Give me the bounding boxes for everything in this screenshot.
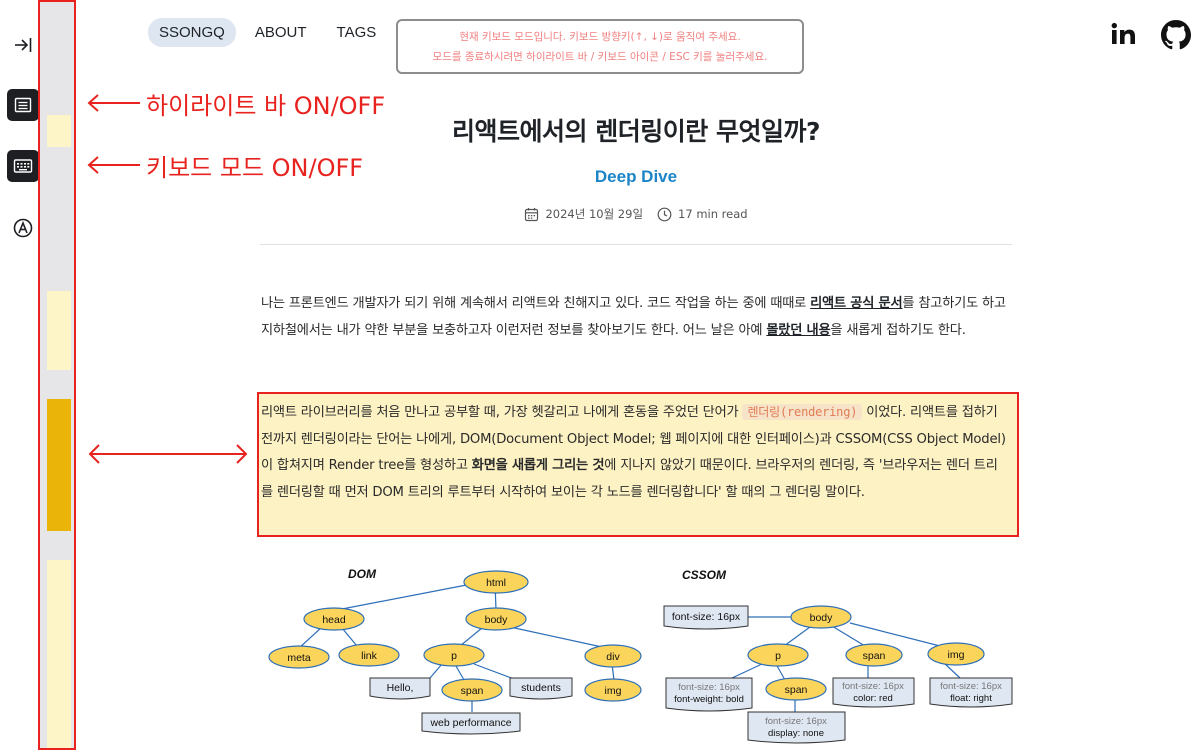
cssom-note-span-2: color: red: [853, 693, 893, 704]
clock-icon: [657, 207, 672, 221]
nav-item-about[interactable]: ABOUT: [244, 18, 318, 47]
cssom-note-img-1: font-size: 16px: [940, 681, 1002, 692]
dom-node-img: img: [605, 685, 622, 697]
cssom-note-body: font-size: 16px: [672, 611, 741, 623]
cssom-note-p-2: font-weight: bold: [674, 694, 744, 705]
react-docs-link[interactable]: 리액트 공식 문서: [810, 296, 903, 311]
nav-item-ssongq[interactable]: SSONGQ: [148, 18, 236, 47]
dom-node-head: head: [322, 614, 346, 626]
github-icon: [1161, 20, 1191, 50]
top-nav: SSONGQ ABOUT TAGS: [148, 18, 395, 47]
dom-node-span: span: [461, 685, 484, 697]
unknown-content-link[interactable]: 몰랐던 내용: [766, 323, 830, 338]
cssom-note-img-2: float: right: [950, 693, 992, 704]
post-date-text: 2024년 10월 29일: [545, 207, 644, 221]
nav-item-tags[interactable]: TAGS: [326, 18, 388, 47]
keyboard-notice-line2: 모드를 종료하시려면 하이라이트 바 / 키보드 아이콘 / ESC 키를 눌러…: [432, 51, 768, 63]
cssom-node-p: p: [775, 650, 781, 662]
cssom-note-span-1: font-size: 16px: [842, 681, 904, 692]
inline-code: 렌더링(rendering): [742, 404, 863, 420]
cssom-node-span: span: [863, 650, 886, 662]
highlight-strip[interactable]: [47, 115, 71, 147]
dom-tree-diagram: DOM html head body meta link p div Hello…: [268, 567, 642, 735]
document-list-icon: [14, 97, 32, 113]
dom-node-div: div: [606, 651, 620, 663]
paragraph-rendering: 리액트 라이브러리를 처음 만나고 공부할 때, 가장 헷갈리고 나에게 혼동을…: [261, 399, 1009, 506]
annotation-double-arrow: [88, 444, 248, 464]
cssom-node-img: img: [948, 649, 965, 661]
github-link[interactable]: [1160, 18, 1192, 52]
post-category-link[interactable]: Deep Dive: [260, 167, 1012, 187]
post-read-time: 17 min read: [657, 207, 748, 222]
cssom-node-span-child: span: [785, 684, 808, 696]
paragraph-text: 을 새롭게 접하기도 한다.: [830, 322, 966, 338]
collapse-sidebar-button[interactable]: [7, 29, 39, 61]
circled-a-icon: [13, 218, 33, 238]
linkedin-link[interactable]: [1110, 18, 1138, 50]
dom-diagram-title: DOM: [348, 567, 377, 581]
dom-node-body: body: [485, 614, 509, 626]
arrow-to-right-icon: [15, 38, 32, 52]
dom-node-meta: meta: [287, 652, 311, 664]
dom-node-html: html: [486, 577, 506, 589]
highlight-bar-toggle-button[interactable]: [7, 89, 39, 121]
keyboard-mode-toggle-button[interactable]: [7, 150, 39, 182]
dom-node-web-performance: web performance: [429, 717, 511, 729]
cssom-diagram-title: CSSOM: [682, 568, 727, 582]
highlight-strip[interactable]: [47, 560, 71, 748]
annotation-arrow: [87, 156, 140, 174]
annotation-arrow: [87, 94, 140, 112]
dom-node-students: students: [521, 682, 561, 694]
post-date: 2024년 10월 29일: [524, 206, 643, 222]
post-read-time-text: 17 min read: [678, 207, 748, 221]
paragraph-intro: 나는 프론트엔드 개발자가 되기 위해 계속해서 리액트와 친해지고 있다. 코…: [261, 291, 1013, 344]
cssom-note-p-1: font-size: 16px: [678, 682, 740, 693]
highlight-strip[interactable]: [47, 291, 71, 370]
cssom-note-span2-2: display: none: [768, 728, 824, 739]
highlight-strip-active[interactable]: [47, 399, 71, 531]
cssom-note-span2-1: font-size: 16px: [765, 716, 827, 727]
highlight-bar[interactable]: [38, 0, 76, 750]
cssom-tree-diagram: CSSOM body font-size: 16px p span img sp…: [663, 568, 1013, 744]
post-meta: 2024년 10월 29일 17 min read: [260, 206, 1012, 222]
accessibility-button[interactable]: [7, 212, 39, 244]
paragraph-text: 나는 프론트엔드 개발자가 되기 위해 계속해서 리액트와 친해지고 있다. 코…: [261, 296, 811, 311]
bold-text: 화면을 새롭게 그리는 것: [471, 458, 605, 473]
calendar-icon: [525, 207, 539, 221]
cssom-node-body: body: [810, 612, 834, 624]
paragraph-text: 리액트 라이브러리를 처음 만나고 공부할 때, 가장 헷갈리고 나에게 혼동을…: [261, 405, 743, 420]
keyboard-notice-line1: 현재 키보드 모드입니다. 키보드 방향키(↑, ↓)로 움직여 주세요.: [459, 31, 741, 43]
keyboard-mode-notice: 현재 키보드 모드입니다. 키보드 방향키(↑, ↓)로 움직여 주세요. 모드…: [396, 19, 804, 74]
keyboard-icon: [13, 159, 33, 173]
linkedin-icon: [1111, 22, 1135, 44]
header-divider: [260, 244, 1012, 245]
dom-node-p: p: [451, 650, 457, 662]
dom-node-hello: Hello,: [387, 682, 414, 694]
dom-node-link: link: [361, 650, 378, 662]
post-title: 리액트에서의 렌더링이란 무엇일까?: [452, 117, 820, 146]
